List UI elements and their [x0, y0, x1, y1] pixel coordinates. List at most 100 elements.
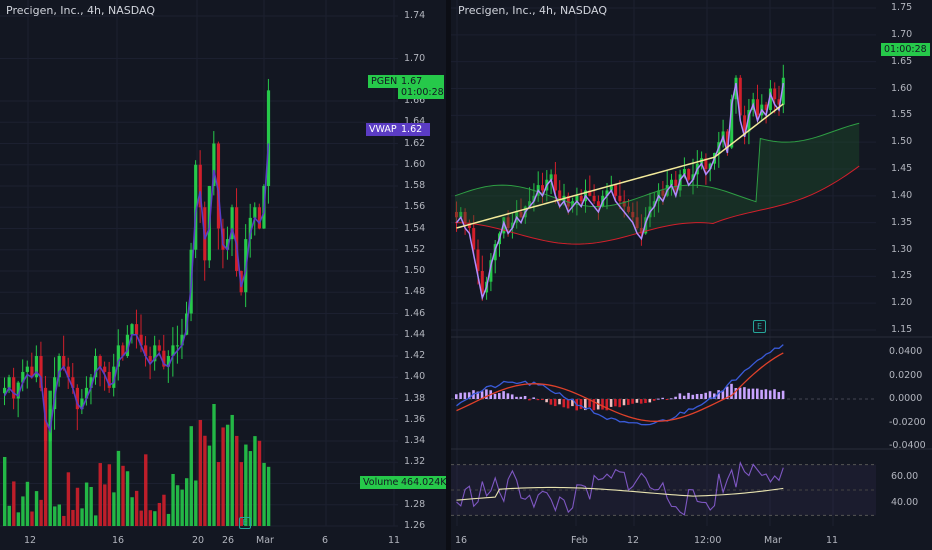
- left-price-tick: 1.60: [404, 158, 426, 170]
- macd-tick: 0.0000: [889, 393, 923, 404]
- volume-bar: [89, 486, 93, 526]
- right-price-tick: 1.60: [891, 82, 913, 94]
- macd-histogram-bar: [459, 392, 462, 399]
- volume-bar: [34, 491, 39, 526]
- macd-histogram-bar: [622, 399, 626, 406]
- volume-bar: [230, 414, 234, 526]
- macd-histogram-bar: [781, 390, 785, 399]
- macd-histogram-bar: [639, 399, 643, 404]
- left-time-axis[interactable]: 12 16 20 26 Mar 6 11: [0, 532, 446, 550]
- candle-body: [7, 377, 11, 388]
- macd-histogram-bar: [764, 389, 768, 399]
- trading-workspace: Precigen, Inc., 4h, NASDAQ 1.74 1.70 1.66 1…: [0, 0, 932, 550]
- candle-body: [12, 377, 16, 399]
- volume-bar: [162, 494, 166, 526]
- macd-histogram-bar: [670, 398, 673, 400]
- macd-histogram-bar: [648, 399, 652, 403]
- left-chart-title: Precigen, Inc., 4h, NASDAQ: [6, 4, 156, 17]
- left-chart-pane[interactable]: Precigen, Inc., 4h, NASDAQ 1.74 1.70 1.66 1…: [0, 0, 448, 532]
- volume-bar: [3, 456, 7, 526]
- volume-bar: [7, 505, 11, 526]
- macd-histogram-bar: [743, 387, 746, 399]
- macd-histogram-bar: [777, 392, 781, 399]
- volume-bar: [53, 506, 57, 526]
- candle-body: [257, 207, 261, 229]
- macd-tick: -0.0200: [889, 416, 926, 428]
- macd-histogram-bar: [678, 393, 682, 399]
- right-chart-title: Precigen, Inc., 4h, NASDAQ: [458, 4, 608, 17]
- macd-histogram-bar: [627, 399, 630, 405]
- vwap-value-tag: 1.62: [398, 123, 430, 136]
- volume-bar: [262, 462, 266, 526]
- volume-bar: [171, 473, 175, 526]
- macd-tick: -0.0400: [889, 440, 926, 451]
- macd-histogram-bar: [635, 399, 639, 403]
- left-price-tick: 1.54: [404, 222, 426, 234]
- macd-histogram-bar: [614, 399, 617, 407]
- candle-body: [98, 356, 102, 367]
- macd-histogram-bar: [674, 396, 677, 399]
- candle-body: [130, 324, 134, 335]
- volume-bar: [253, 436, 257, 526]
- right-candle-body: [773, 88, 777, 100]
- macd-histogram-bar: [553, 399, 557, 407]
- volume-bar: [157, 502, 162, 526]
- earnings-marker-icon[interactable]: E: [239, 517, 251, 529]
- right-earnings-marker-icon[interactable]: E: [753, 320, 766, 333]
- right-chart-pane[interactable]: Precigen, Inc., 4h, NASDAQ 1.75 1.70 1.65 1…: [451, 0, 932, 532]
- left-price-tick: 1.28: [404, 498, 426, 510]
- volume-bar: [75, 487, 80, 526]
- volume-bar: [180, 489, 184, 526]
- left-price-tick: 1.26: [404, 520, 426, 531]
- macd-histogram-bar: [730, 383, 733, 399]
- volume-bar: [12, 481, 16, 526]
- macd-line: [456, 344, 784, 426]
- macd-histogram-bar: [562, 399, 566, 408]
- volume-bar: [235, 435, 239, 526]
- macd-histogram-bar: [609, 399, 613, 407]
- volume-bar: [212, 404, 216, 526]
- left-price-tick: 1.50: [404, 265, 426, 276]
- volume-bar: [189, 426, 193, 526]
- left-time-tick: 26: [222, 535, 235, 546]
- right-price-tick: 1.75: [891, 2, 913, 13]
- macd-histogram-bar: [768, 390, 772, 399]
- macd-histogram-bar: [528, 399, 531, 401]
- volume-bar: [225, 424, 230, 526]
- left-price-tick: 1.52: [404, 243, 426, 255]
- candle-body: [25, 366, 29, 372]
- right-price-tick: 1.70: [891, 28, 913, 40]
- macd-histogram-bar: [558, 399, 561, 405]
- volume-label-tag: Volume: [360, 476, 402, 489]
- volume-bar: [244, 444, 248, 526]
- right-time-axis[interactable]: 16 Feb 12 12:00 Mar 11: [451, 532, 932, 550]
- macd-histogram-bar: [515, 396, 518, 399]
- volume-bar: [207, 445, 212, 526]
- candle-body: [148, 356, 152, 362]
- left-time-tick: 6: [322, 535, 329, 546]
- macd-histogram-bar: [519, 396, 523, 399]
- right-time-tick: 16: [455, 535, 468, 546]
- left-price-tick: 1.40: [404, 371, 426, 383]
- right-candle-body: [687, 169, 691, 180]
- macd-histogram-bar: [682, 395, 686, 399]
- left-time-tick: Mar: [256, 535, 274, 546]
- macd-histogram-bar: [502, 391, 505, 399]
- macd-histogram-bar: [532, 397, 535, 399]
- volume-bar: [144, 454, 148, 526]
- right-candle-body: [553, 174, 557, 191]
- macd-tick: 0.0400: [889, 346, 923, 357]
- countdown-tag: 01:00:28: [398, 86, 444, 99]
- volume-bar: [166, 513, 171, 526]
- macd-histogram-bar: [510, 394, 514, 399]
- right-price-indicator-chart[interactable]: [451, 0, 932, 532]
- macd-histogram-bar: [493, 393, 497, 399]
- candle-body: [253, 207, 257, 218]
- right-earnings-marker-label: E: [756, 322, 763, 331]
- volume-bar: [25, 481, 30, 526]
- candle-body: [266, 90, 271, 186]
- volume-bar: [153, 511, 157, 526]
- macd-tick: 0.0200: [889, 369, 923, 381]
- left-price-tick: 1.32: [404, 456, 426, 468]
- right-price-tick: 1.20: [891, 297, 913, 309]
